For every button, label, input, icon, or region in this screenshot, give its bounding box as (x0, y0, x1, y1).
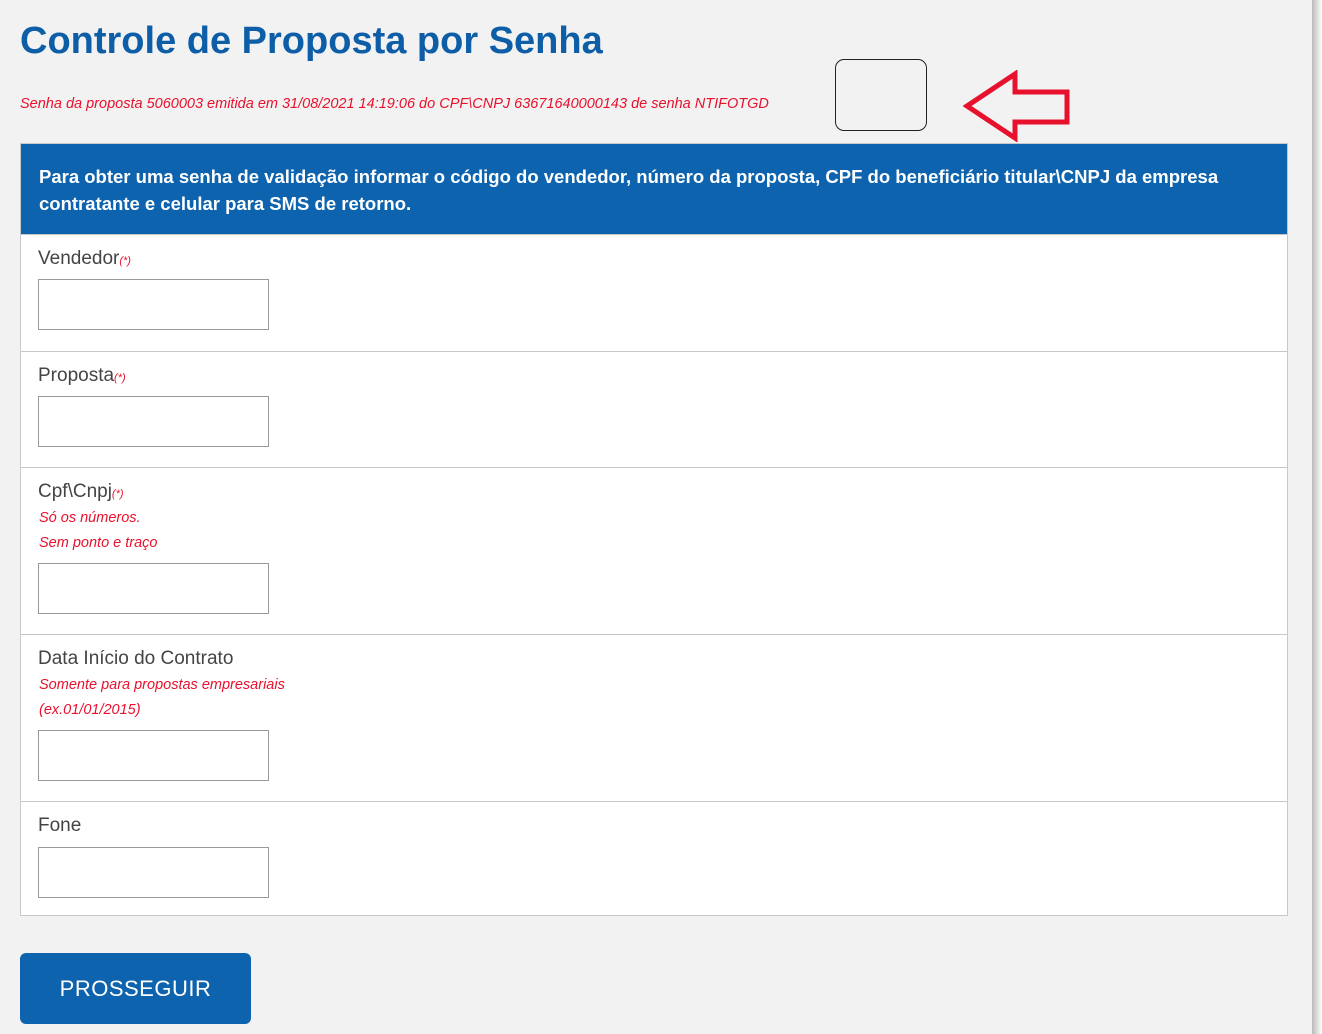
password-message-text: Senha da proposta 5060003 emitida em 31/… (20, 96, 695, 112)
proposta-label-text: Proposta (38, 365, 115, 386)
required-mark: (*) (114, 372, 126, 384)
password-form: Para obter uma senha de validação inform… (20, 143, 1288, 916)
data-inicio-input[interactable] (38, 730, 269, 781)
cpf-cnpj-input[interactable] (38, 563, 269, 614)
data-inicio-label: Data Início do Contrato (38, 648, 234, 669)
data-inicio-hint: Somente para propostas empresariais (39, 677, 285, 693)
password-code: NTIFOTGD (694, 96, 769, 112)
proposta-label: Proposta(*) (38, 365, 126, 387)
fone-label: Fone (38, 815, 82, 836)
vendedor-label: Vendedor(*) (38, 248, 131, 270)
proposta-row: Proposta(*) (21, 351, 1287, 467)
cpf-cnpj-row: Cpf\Cnpj(*) Só os números. Sem ponto e t… (21, 467, 1287, 634)
fone-row: Fone (21, 801, 1287, 917)
cpf-cnpj-label-text: Cpf\Cnpj (38, 481, 112, 502)
page-shadow (1312, 0, 1322, 1034)
page-title: Controle de Proposta por Senha (20, 20, 603, 62)
vendedor-input[interactable] (38, 279, 269, 330)
cpf-cnpj-hint-numbers: Só os números. (39, 510, 141, 526)
prosseguir-button[interactable]: PROSSEGUIR (20, 953, 251, 1024)
required-mark: (*) (111, 488, 124, 500)
data-inicio-row: Data Início do Contrato Somente para pro… (21, 634, 1287, 801)
vendedor-label-text: Vendedor (38, 248, 120, 269)
required-mark: (*) (119, 255, 131, 267)
form-instructions: Para obter uma senha de validação inform… (21, 144, 1287, 234)
cpf-cnpj-label: Cpf\Cnpj(*) (38, 481, 124, 503)
code-highlight-box (835, 59, 927, 131)
vendedor-row: Vendedor(*) (21, 234, 1287, 351)
password-message: Senha da proposta 5060003 emitida em 31/… (20, 96, 769, 112)
left-arrow-icon (963, 70, 1070, 142)
cpf-cnpj-hint-format: Sem ponto e traço (39, 535, 158, 551)
proposta-input[interactable] (38, 396, 269, 447)
fone-input[interactable] (38, 847, 269, 898)
data-inicio-example: (ex.01/01/2015) (39, 702, 141, 718)
